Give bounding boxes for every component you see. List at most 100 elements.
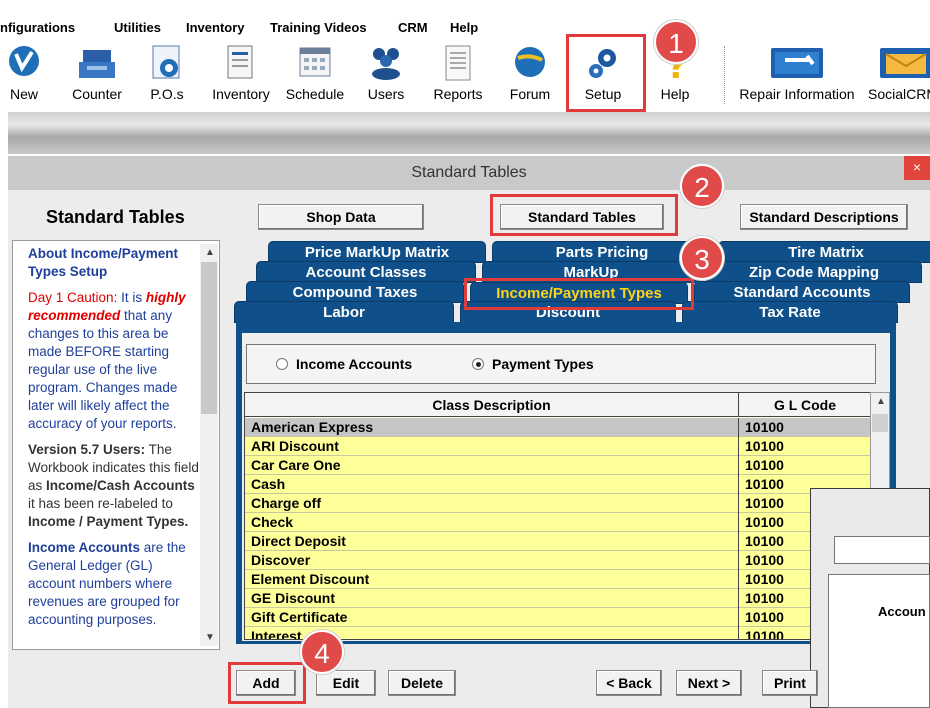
column-divider (738, 532, 739, 551)
edit-button[interactable]: Edit (316, 670, 376, 696)
class-description-cell: Discover (251, 552, 311, 568)
tab-compound-taxes[interactable]: Compound Taxes (246, 281, 464, 303)
gl-code-cell: 10100 (745, 571, 784, 587)
tab-price-markup-matrix[interactable]: Price MarkUp Matrix (268, 241, 486, 263)
column-divider (738, 551, 739, 570)
toolbar-repair-information-button[interactable]: Repair Information (736, 40, 858, 110)
toolbar-separator (724, 46, 725, 104)
highlight-standard-tables (490, 194, 678, 236)
print-button[interactable]: Print (762, 670, 818, 696)
scroll-down-icon[interactable]: ▼ (205, 632, 215, 643)
class-description-cell: ARI Discount (251, 438, 339, 454)
toolbar: New Counter P.O.s Inventory Schedule Use… (0, 40, 930, 112)
column-divider (738, 627, 739, 639)
column-divider (738, 589, 739, 608)
toolbar-counter-button[interactable]: Counter (64, 40, 130, 110)
column-divider (738, 475, 739, 494)
column-divider (738, 608, 739, 627)
menu-configurations[interactable]: nfigurations (0, 20, 75, 36)
table-row[interactable]: Element Discount 10100 (245, 570, 871, 589)
delete-button[interactable]: Delete (388, 670, 456, 696)
tab-parts-pricing[interactable]: Parts Pricing (492, 241, 712, 263)
table-row[interactable]: GE Discount 10100 (245, 589, 871, 608)
gl-code-cell: 10100 (745, 533, 784, 549)
help-income-accounts: Income Accounts are the General Ledger (… (28, 540, 186, 627)
globe-icon (515, 47, 545, 77)
calendar-icon (299, 47, 331, 77)
help-version-note: Version 5.7 Users: The Workbook indicate… (28, 442, 199, 529)
gl-code-cell: 10100 (745, 476, 784, 492)
menu-training-videos[interactable]: Training Videos (270, 20, 367, 36)
users-icon (372, 48, 400, 80)
tab-labor[interactable]: Labor (234, 301, 454, 323)
menu-inventory[interactable]: Inventory (186, 20, 245, 36)
gl-code-cell: 10100 (745, 590, 784, 606)
toolbar-reports-button[interactable]: Reports (430, 40, 486, 110)
page-title: Standard Tables (46, 207, 185, 227)
table-row[interactable]: Direct Deposit 10100 (245, 532, 871, 551)
new-icon (9, 46, 39, 76)
table-row[interactable]: ARI Discount 10100 (245, 437, 871, 456)
gl-code-cell: 10100 (745, 552, 784, 568)
toolbar-inventory-button[interactable]: Inventory (208, 40, 274, 110)
table-row[interactable]: Cash 10100 (245, 475, 871, 494)
inventory-icon (227, 45, 253, 79)
tab-zip-code-mapping[interactable]: Zip Code Mapping (706, 261, 922, 283)
help-heading: About Income/Payment Types Setup (28, 246, 179, 279)
scroll-up-icon[interactable]: ▲ (205, 247, 215, 258)
toolbar-schedule-button[interactable]: Schedule (282, 40, 348, 110)
table-row[interactable]: American Express 10100 (245, 418, 871, 437)
next-button[interactable]: Next > (676, 670, 742, 696)
reports-icon (445, 45, 471, 81)
class-description-cell: Car Care One (251, 457, 341, 473)
gl-code-cell: 10100 (745, 495, 784, 511)
tab-tax-rate[interactable]: Tax Rate (682, 301, 898, 323)
class-description-cell: Direct Deposit (251, 533, 346, 549)
toolbar-pos-button[interactable]: P.O.s (144, 40, 190, 110)
column-header-class-description[interactable]: Class Description (245, 393, 739, 417)
toolbar-forum-button[interactable]: Forum (504, 40, 556, 110)
toolbar-users-button[interactable]: Users (362, 40, 410, 110)
shop-data-button[interactable]: Shop Data (258, 204, 424, 230)
table-row[interactable]: Gift Certificate 10100 (245, 608, 871, 627)
overlapping-dialog-field[interactable] (834, 536, 930, 564)
toolbar-new-button[interactable]: New (0, 40, 48, 110)
table-row[interactable]: Check 10100 (245, 513, 871, 532)
class-description-cell: Check (251, 514, 294, 530)
menu-utilities[interactable]: Utilities (114, 20, 161, 36)
tab-account-classes[interactable]: Account Classes (256, 261, 476, 283)
callout-badge-3: 3 (680, 236, 724, 280)
table-row[interactable]: Car Care One 10100 (245, 456, 871, 475)
payment-types-radio[interactable]: Payment Types (472, 356, 594, 372)
envelope-icon (880, 48, 930, 78)
callout-badge-2: 2 (680, 164, 724, 208)
help-caution: Day 1 Caution: It is highly recommended … (28, 290, 186, 431)
gl-code-cell: 10100 (745, 438, 784, 454)
menu-crm[interactable]: CRM (398, 20, 428, 36)
help-text: About Income/Payment Types Setup Day 1 C… (28, 245, 200, 637)
tab-standard-accounts[interactable]: Standard Accounts (694, 281, 910, 303)
column-divider (738, 456, 739, 475)
toolbar-socialcrm-button[interactable]: SocialCRM (866, 40, 930, 110)
class-description-cell: Gift Certificate (251, 609, 348, 625)
gl-code-cell: 10100 (745, 514, 784, 530)
close-icon[interactable]: × (904, 156, 930, 180)
decorative-banner (8, 112, 930, 154)
income-accounts-radio[interactable]: Income Accounts (276, 356, 412, 372)
sidebar-scroll-thumb[interactable] (201, 262, 217, 414)
gl-code-cell: 10100 (745, 457, 784, 473)
menu-help[interactable]: Help (450, 20, 478, 36)
standard-descriptions-button[interactable]: Standard Descriptions (740, 204, 908, 230)
column-divider (738, 570, 739, 589)
column-divider (738, 494, 739, 513)
overlapping-dialog-label: Accoun (878, 604, 926, 619)
column-divider (738, 513, 739, 532)
highlight-setup (566, 34, 646, 112)
table-row[interactable]: Discover 10100 (245, 551, 871, 570)
scroll-up-icon[interactable]: ▲ (876, 396, 886, 407)
back-button[interactable]: < Back (596, 670, 662, 696)
tab-tire-matrix[interactable]: Tire Matrix (718, 241, 930, 263)
table-scroll-thumb[interactable] (872, 414, 888, 432)
table-row[interactable]: Charge off 10100 (245, 494, 871, 513)
column-header-gl-code[interactable]: G L Code (739, 393, 871, 417)
